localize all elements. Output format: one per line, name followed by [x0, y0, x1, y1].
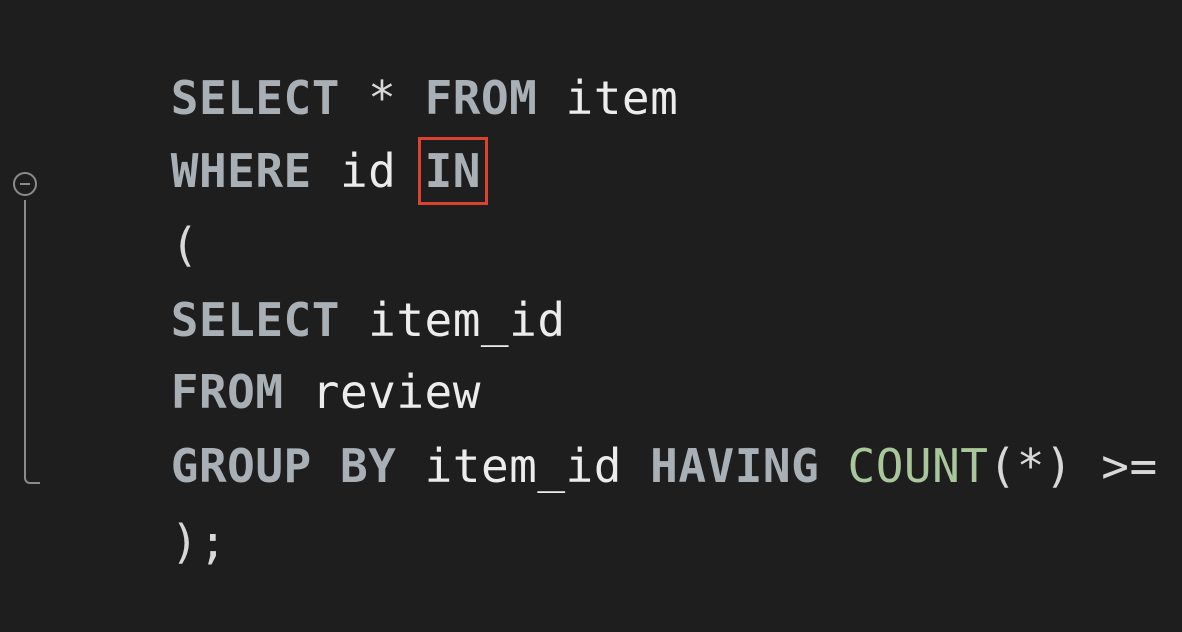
count-argument: (*) — [988, 439, 1074, 493]
code-line-3[interactable]: ( — [58, 155, 199, 272]
fold-gutter — [13, 172, 41, 502]
code-line-6[interactable]: GROUP BY item_id HAVING COUNT(*) >= 3 — [58, 376, 1182, 493]
fold-collapse-icon[interactable] — [13, 172, 37, 196]
fold-end-marker — [24, 472, 40, 484]
having-keyword: HAVING — [650, 439, 820, 493]
code-line-2[interactable]: WHERE id IN — [58, 81, 489, 205]
highlighted-in-keyword[interactable]: IN — [417, 137, 489, 205]
column-item-id: item_id — [424, 439, 622, 493]
column-id: id — [339, 144, 397, 198]
code-line-4[interactable]: SELECT item_id — [58, 230, 566, 347]
code-line-7[interactable]: ); — [58, 452, 227, 569]
operator-gte: >= — [1101, 439, 1158, 493]
code-line-5[interactable]: FROM review — [58, 302, 481, 419]
table-item: item — [565, 71, 679, 125]
by-keyword: BY — [339, 439, 397, 493]
fold-guide-line — [24, 200, 26, 479]
code-line-1[interactable]: SELECT * FROM item — [58, 8, 678, 125]
close-paren-semicolon: ); — [170, 515, 228, 569]
count-function: COUNT — [847, 439, 989, 493]
sql-code-editor[interactable]: SELECT * FROM item WHERE id IN ( SELECT … — [0, 0, 1182, 569]
